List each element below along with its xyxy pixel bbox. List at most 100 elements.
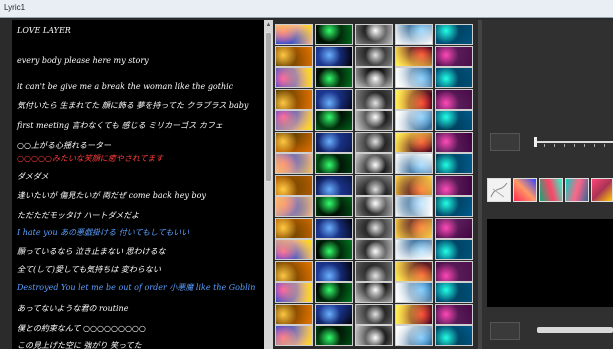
selected-thumb-2[interactable] — [539, 178, 563, 202]
lyric-line[interactable]: 願っているなら 泣き止まない 思わけるな — [17, 246, 166, 257]
background-thumbnail[interactable] — [275, 260, 313, 282]
background-thumbnail[interactable] — [435, 153, 473, 174]
background-thumbnail[interactable] — [315, 217, 353, 239]
background-thumbnail[interactable] — [395, 217, 433, 239]
lyric-line[interactable]: ○○上がる心揺れるーター — [17, 140, 111, 151]
slider-knob[interactable] — [534, 137, 537, 147]
background-thumbnail[interactable] — [355, 24, 393, 45]
selected-thumbnail-strip[interactable] — [487, 178, 613, 202]
background-thumbnail[interactable] — [315, 153, 353, 174]
background-thumbnail[interactable] — [315, 174, 353, 196]
background-thumbnail[interactable] — [275, 153, 313, 174]
lyric-line[interactable]: あってないような君の routine — [17, 303, 128, 314]
background-thumbnail[interactable] — [435, 303, 473, 325]
scroll-up-icon[interactable]: ▲ — [265, 22, 272, 29]
background-thumbnail[interactable] — [275, 303, 313, 325]
background-thumbnail[interactable] — [355, 174, 393, 196]
value-box-top[interactable] — [490, 133, 520, 151]
background-thumbnail[interactable] — [275, 174, 313, 196]
background-thumbnail[interactable] — [275, 24, 313, 45]
background-thumbnail[interactable] — [275, 131, 313, 153]
background-thumbnail[interactable] — [395, 67, 433, 88]
selected-thumb-4[interactable] — [591, 178, 613, 202]
background-thumbnail[interactable] — [275, 282, 313, 303]
background-thumbnail[interactable] — [275, 239, 313, 260]
background-thumbnail[interactable] — [315, 24, 353, 45]
background-thumbnail[interactable] — [315, 325, 353, 346]
lyrics-panel[interactable]: LOVE LAYER every body please here my stor… — [12, 20, 264, 349]
background-thumbnail[interactable] — [435, 174, 473, 196]
lyric-line[interactable]: it can't be give me a break the woman li… — [17, 82, 233, 91]
background-thumbnail[interactable] — [395, 282, 433, 303]
bottom-slider[interactable] — [537, 327, 613, 333]
background-thumbnail[interactable] — [355, 217, 393, 239]
background-thumbnail[interactable] — [315, 67, 353, 88]
selected-thumb-white[interactable] — [487, 178, 511, 202]
background-thumbnail[interactable] — [275, 196, 313, 217]
top-slider[interactable] — [534, 137, 613, 147]
selected-thumb-1[interactable] — [513, 178, 537, 202]
background-thumbnail[interactable] — [355, 282, 393, 303]
background-thumbnail[interactable] — [275, 45, 313, 67]
background-thumbnail[interactable] — [435, 45, 473, 67]
lyric-line[interactable]: ダメダメ — [17, 171, 49, 182]
background-thumbnail[interactable] — [315, 110, 353, 131]
value-box-bottom[interactable] — [490, 322, 520, 340]
background-thumbnail[interactable] — [395, 260, 433, 282]
background-thumbnail[interactable] — [395, 110, 433, 131]
background-thumbnail[interactable] — [355, 153, 393, 174]
background-thumbnail[interactable] — [395, 196, 433, 217]
background-thumbnail[interactable] — [435, 67, 473, 88]
lyric-line[interactable]: ○○○○○みたいな笑顔に癒やされてます — [17, 153, 163, 164]
lyric-line[interactable]: 僕との約束なんて ○○○○○○○○○ — [17, 323, 146, 334]
lyric-line[interactable]: 逢いたいが 傷見たいが 両だぜ come back hey boy — [17, 190, 206, 201]
background-thumbnail[interactable] — [435, 110, 473, 131]
background-thumbnail[interactable] — [315, 282, 353, 303]
background-thumbnail[interactable] — [435, 239, 473, 260]
background-thumbnail[interactable] — [395, 325, 433, 346]
background-thumbnail[interactable] — [355, 67, 393, 88]
lyric-line[interactable]: LOVE LAYER — [17, 26, 71, 35]
scrollbar-thumb[interactable] — [265, 32, 272, 182]
background-thumbnail[interactable] — [315, 45, 353, 67]
background-thumbnail[interactable] — [395, 239, 433, 260]
background-thumbnail[interactable] — [355, 325, 393, 346]
lyric-line[interactable]: ただただモッタけ ハートダメだよ — [17, 210, 139, 221]
background-thumbnail[interactable] — [275, 88, 313, 110]
lyric-line[interactable]: Destroyed You let me be out of order 小悪魔… — [17, 282, 255, 293]
lyric-line[interactable]: every body please here my story — [17, 56, 149, 65]
background-thumbnail[interactable] — [355, 131, 393, 153]
background-thumbnail[interactable] — [315, 196, 353, 217]
background-thumbnail[interactable] — [395, 24, 433, 45]
background-thumbnail[interactable] — [435, 325, 473, 346]
background-thumbnail[interactable] — [315, 88, 353, 110]
background-thumbnail[interactable] — [315, 239, 353, 260]
background-thumbnail[interactable] — [355, 45, 393, 67]
background-thumbnail[interactable] — [435, 24, 473, 45]
background-thumbnail[interactable] — [355, 239, 393, 260]
background-thumbnail[interactable] — [355, 110, 393, 131]
background-thumbnail[interactable] — [315, 260, 353, 282]
background-thumbnail[interactable] — [275, 67, 313, 88]
lyric-line[interactable]: 気付いたら 生まれてた 顔に飾る 夢を持ってた クラブラス baby — [17, 100, 248, 111]
background-thumbnail[interactable] — [355, 260, 393, 282]
background-thumbnail[interactable] — [355, 88, 393, 110]
background-thumbnail[interactable] — [435, 88, 473, 110]
background-thumbnail[interactable] — [435, 131, 473, 153]
background-thumbnail[interactable] — [395, 153, 433, 174]
lyric-line[interactable]: この見上げた空に 強がり 笑ってた — [17, 340, 142, 349]
background-thumbnail[interactable] — [355, 196, 393, 217]
background-thumbnail[interactable] — [435, 196, 473, 217]
background-thumbnail[interactable] — [395, 45, 433, 67]
background-thumbnail[interactable] — [395, 88, 433, 110]
background-thumbnail[interactable] — [315, 131, 353, 153]
background-thumbnail[interactable] — [435, 282, 473, 303]
lyric-line[interactable]: I hate you あの悪戯掛ける 付いてもしてもいい — [17, 227, 189, 238]
background-thumbnail[interactable] — [315, 303, 353, 325]
background-thumbnail-grid[interactable] — [275, 24, 475, 349]
background-thumbnail[interactable] — [435, 260, 473, 282]
background-thumbnail[interactable] — [275, 110, 313, 131]
background-thumbnail[interactable] — [435, 217, 473, 239]
selected-thumb-3[interactable] — [565, 178, 589, 202]
background-thumbnail[interactable] — [275, 325, 313, 346]
